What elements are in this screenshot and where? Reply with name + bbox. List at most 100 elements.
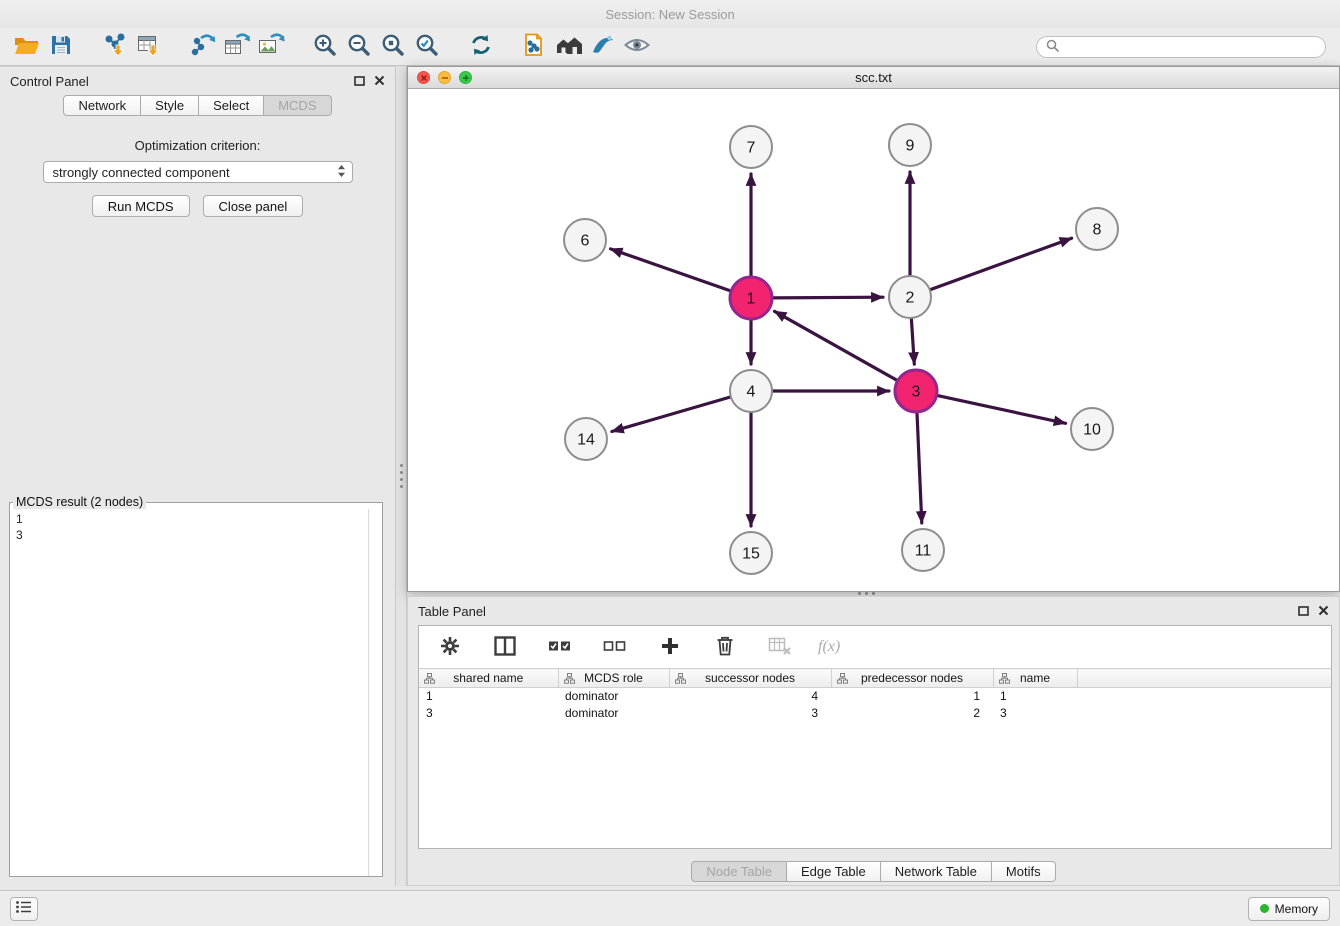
- table-tab-edge-table[interactable]: Edge Table: [787, 861, 881, 882]
- homes-icon: [555, 33, 583, 60]
- home-button[interactable]: [552, 31, 586, 63]
- control-tab-mcds[interactable]: MCDS: [264, 95, 331, 116]
- task-history-button[interactable]: [10, 897, 38, 921]
- import-network-button[interactable]: [98, 31, 132, 63]
- refresh-button[interactable]: [464, 31, 498, 63]
- cell-shared-name[interactable]: 3: [419, 705, 558, 722]
- control-tab-style[interactable]: Style: [141, 95, 199, 116]
- select-all-columns-button[interactable]: [543, 631, 577, 663]
- node-label: 15: [742, 546, 760, 563]
- node-label: 6: [581, 233, 590, 250]
- export-table-button[interactable]: [220, 31, 254, 63]
- edge-3-to-11[interactable]: [917, 413, 922, 523]
- export-network-icon: [189, 32, 217, 61]
- create-column-button[interactable]: [653, 631, 687, 663]
- maximize-window-icon[interactable]: [459, 71, 472, 84]
- graph-node-7[interactable]: 7: [730, 126, 772, 168]
- edge-4-to-14[interactable]: [612, 397, 730, 431]
- import-table-button[interactable]: [132, 31, 166, 63]
- result-scrollbar[interactable]: [368, 509, 369, 876]
- graph-node-1[interactable]: 1: [730, 277, 772, 319]
- export-image-button[interactable]: [254, 31, 288, 63]
- control-tab-network[interactable]: Network: [63, 95, 141, 116]
- mcds-result-area: 13: [10, 509, 382, 876]
- save-session-button[interactable]: [44, 31, 78, 63]
- cell-name[interactable]: 1: [993, 688, 1077, 705]
- run-mcds-button[interactable]: Run MCDS: [92, 195, 190, 217]
- graph-node-14[interactable]: 14: [565, 418, 607, 460]
- node-label: 1: [747, 291, 756, 308]
- graph-node-11[interactable]: 11: [902, 529, 944, 571]
- table-settings-button[interactable]: [433, 631, 467, 663]
- cell-successor-nodes[interactable]: 3: [669, 705, 831, 722]
- open-file-button[interactable]: [10, 31, 44, 63]
- close-panel-icon[interactable]: [374, 74, 385, 89]
- column-header-name[interactable]: name: [993, 669, 1077, 688]
- graph-node-4[interactable]: 4: [730, 370, 772, 412]
- minimize-window-icon[interactable]: [438, 71, 451, 84]
- table-row[interactable]: 1dominator411: [419, 688, 1331, 705]
- unselect-all-columns-button[interactable]: [598, 631, 632, 663]
- network-canvas[interactable]: 7 9 6 8 1 2 4 3 14 10 15 11: [408, 89, 1339, 591]
- apply-style-button[interactable]: [586, 31, 620, 63]
- hierarchy-icon: [564, 673, 575, 687]
- column-header-mcds-role[interactable]: MCDS role: [558, 669, 669, 688]
- close-table-panel-icon[interactable]: [1318, 604, 1329, 619]
- optimization-dropdown[interactable]: strongly connected component: [43, 161, 353, 183]
- search-box[interactable]: [1036, 36, 1326, 58]
- table-tab-network-table[interactable]: Network Table: [881, 861, 992, 882]
- float-table-panel-icon[interactable]: [1298, 604, 1309, 619]
- edge-2-to-3[interactable]: [911, 319, 914, 364]
- cell-predecessor-nodes[interactable]: 2: [831, 705, 993, 722]
- zoom-selected-button[interactable]: [410, 31, 444, 63]
- cell-shared-name[interactable]: 1: [419, 688, 558, 705]
- zoom-out-button[interactable]: [342, 31, 376, 63]
- table-row[interactable]: 3dominator323: [419, 705, 1331, 722]
- import-network-database-button[interactable]: [518, 31, 552, 63]
- cell-mcds-role[interactable]: dominator: [558, 705, 669, 722]
- close-panel-button[interactable]: Close panel: [203, 195, 304, 217]
- cell-predecessor-nodes[interactable]: 1: [831, 688, 993, 705]
- graph-node-15[interactable]: 15: [730, 532, 772, 574]
- graph-node-6[interactable]: 6: [564, 219, 606, 261]
- float-panel-icon[interactable]: [354, 74, 365, 89]
- zoom-in-button[interactable]: [308, 31, 342, 63]
- close-window-icon[interactable]: [417, 71, 430, 84]
- table-tab-node-table[interactable]: Node Table: [691, 861, 787, 882]
- export-network-button[interactable]: [186, 31, 220, 63]
- edge-2-to-8[interactable]: [931, 238, 1072, 289]
- memory-button-label: Memory: [1275, 902, 1318, 916]
- graph-node-3[interactable]: 3: [895, 370, 937, 412]
- graph-node-9[interactable]: 9: [889, 124, 931, 166]
- table-tab-motifs[interactable]: Motifs: [992, 861, 1056, 882]
- delete-column-button[interactable]: [708, 631, 742, 663]
- cell-successor-nodes[interactable]: 4: [669, 688, 831, 705]
- function-builder-button: f(x): [818, 638, 840, 656]
- zoom-fit-button[interactable]: [376, 31, 410, 63]
- graph-node-2[interactable]: 2: [889, 276, 931, 318]
- edge-3-to-10[interactable]: [938, 396, 1066, 424]
- edge-1-to-6[interactable]: [611, 249, 731, 291]
- vertical-splitter[interactable]: [395, 66, 407, 886]
- graph-node-10[interactable]: 10: [1071, 408, 1113, 450]
- column-label: shared name: [453, 671, 523, 685]
- column-header-successor-nodes[interactable]: successor nodes: [669, 669, 831, 688]
- optimization-criterion-label: Optimization criterion:: [0, 138, 395, 153]
- search-input[interactable]: [1065, 40, 1316, 54]
- memory-button[interactable]: Memory: [1248, 897, 1330, 921]
- column-label: name: [1020, 671, 1050, 685]
- network-window-titlebar: scc.txt: [408, 67, 1339, 89]
- cell-mcds-role[interactable]: dominator: [558, 688, 669, 705]
- graph-node-8[interactable]: 8: [1076, 208, 1118, 250]
- cell-name[interactable]: 3: [993, 705, 1077, 722]
- control-tab-select[interactable]: Select: [199, 95, 264, 116]
- edge-1-to-2[interactable]: [773, 297, 883, 298]
- show-columns-button[interactable]: [488, 631, 522, 663]
- show-hide-details-button[interactable]: [620, 31, 654, 63]
- trash-icon: [715, 635, 735, 660]
- table-delete-icon: [768, 636, 792, 659]
- select-all-icon: [548, 639, 572, 656]
- column-header-shared-name[interactable]: shared name: [419, 669, 558, 688]
- edge-3-to-1[interactable]: [775, 311, 897, 380]
- column-header-predecessor-nodes[interactable]: predecessor nodes: [831, 669, 993, 688]
